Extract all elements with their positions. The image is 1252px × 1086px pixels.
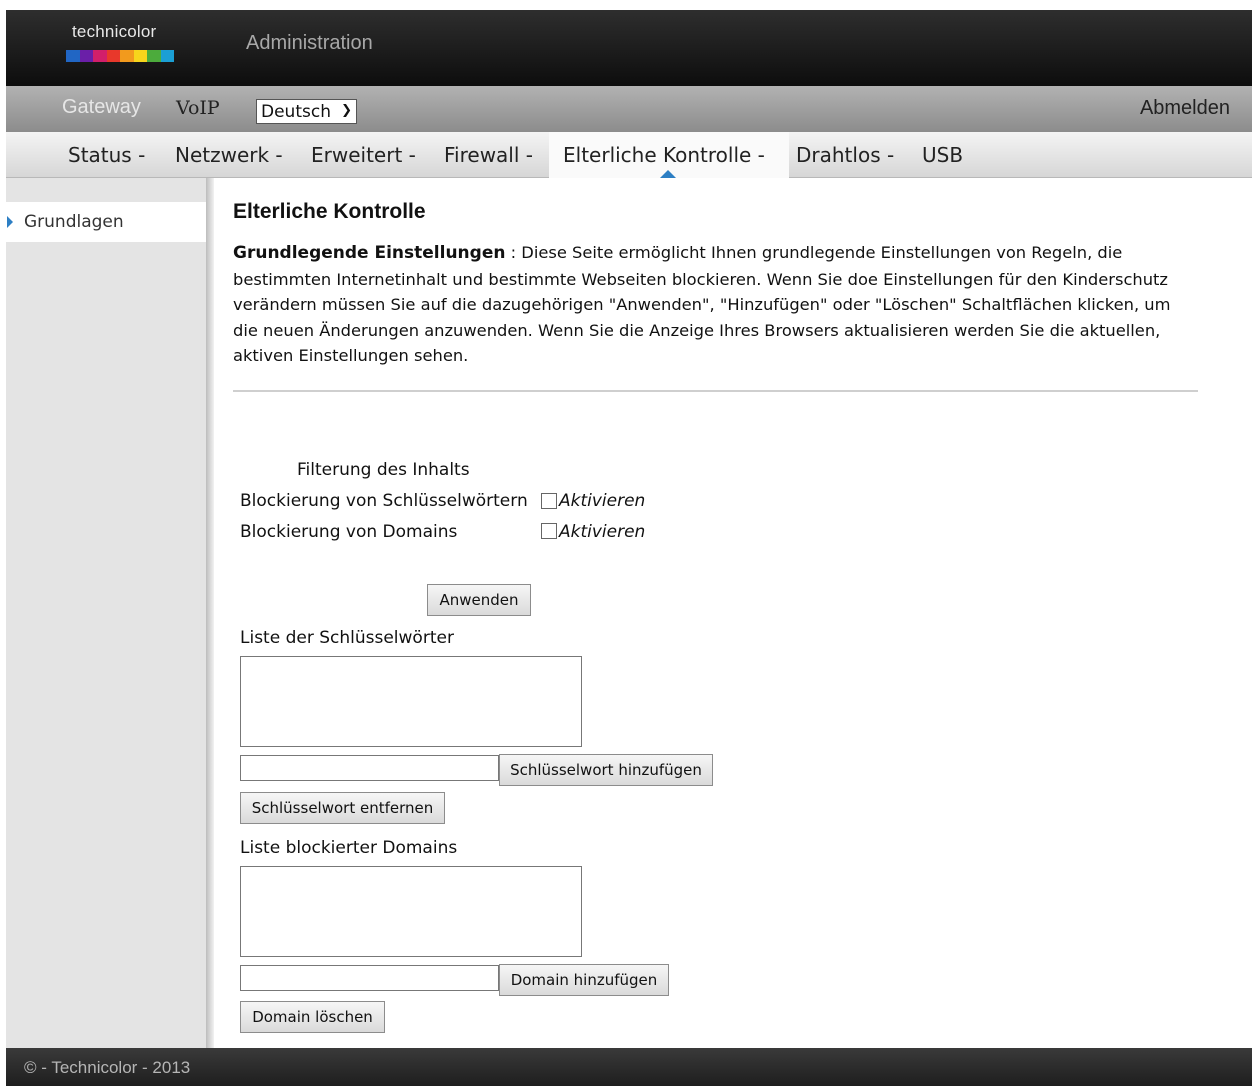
menu-voip[interactable]: VoIP [176, 97, 220, 119]
brand-color-bar [66, 50, 174, 62]
brand-wordmark: technicolor [72, 22, 157, 41]
logo-color-segment [120, 50, 134, 62]
router-admin-window: technicolor Administration Gateway VoIP … [6, 10, 1252, 1086]
logo-color-segment [79, 50, 93, 62]
nav-usb[interactable]: USB [922, 143, 963, 167]
nav-drahtlos[interactable]: Drahtlos - [796, 143, 894, 167]
language-select[interactable]: Deutsch ❯ [256, 99, 357, 124]
keyword-blocking-checkbox[interactable] [541, 493, 557, 509]
apply-button[interactable]: Anwenden [427, 584, 531, 616]
language-select-value: Deutsch [261, 102, 331, 122]
keyword-blocking-enable-label: Aktivieren [559, 491, 646, 511]
logo-color-segment [147, 50, 161, 62]
filter-heading: Filterung des Inhalts [297, 460, 470, 480]
logo-color-segment [133, 50, 147, 62]
domain-list-label: Liste blockierter Domains [240, 838, 458, 858]
footer-bar: © - Technicolor - 2013 [6, 1048, 1252, 1086]
nav-netzwerk[interactable]: Netzwerk - [175, 143, 283, 167]
menu-gateway[interactable]: Gateway [62, 96, 141, 119]
nav-firewall[interactable]: Firewall - [444, 143, 533, 167]
keyword-list-label: Liste der Schlüsselwörter [240, 628, 454, 648]
arrow-right-icon [7, 216, 13, 228]
logout-link[interactable]: Abmelden [1140, 97, 1230, 120]
footer-copyright: © - Technicolor - 2013 [24, 1058, 191, 1077]
logo-color-segment [106, 50, 120, 62]
sidebar-shadow [206, 178, 214, 1048]
domain-blocking-label: Blockierung von Domains [240, 522, 458, 542]
chevron-down-icon: ❯ [341, 103, 352, 118]
logo-color-segment [66, 50, 80, 62]
add-domain-button[interactable]: Domain hinzufügen [499, 964, 669, 996]
delete-domain-button[interactable]: Domain löschen [240, 1001, 385, 1033]
domain-blocking-checkbox[interactable] [541, 523, 557, 539]
nav-elterliche-kontrolle[interactable]: Elterliche Kontrolle - [563, 143, 765, 167]
sidebar: Grundlagen [6, 178, 206, 1048]
divider [233, 390, 1198, 392]
intro-paragraph: Grundlegende Einstellungen : Diese Seite… [233, 240, 1183, 369]
keyword-input[interactable] [240, 755, 499, 781]
keyword-list[interactable] [240, 656, 582, 747]
active-tab-caret-icon [660, 170, 676, 178]
logo-color-segment [160, 50, 174, 62]
technicolor-logo[interactable]: technicolor [66, 22, 176, 68]
nav-erweitert[interactable]: Erweitert - [311, 143, 416, 167]
add-keyword-button[interactable]: Schlüsselwort hinzufügen [499, 754, 713, 786]
keyword-blocking-label: Blockierung von Schlüsselwörtern [240, 491, 528, 511]
main-menu-bar: Gateway VoIP Deutsch ❯ Abmelden [6, 86, 1252, 132]
sidebar-item-grundlagen[interactable]: Grundlagen [6, 202, 206, 242]
logo-color-segment [93, 50, 107, 62]
sidebar-item-label: Grundlagen [24, 212, 124, 232]
section-nav: Status - Netzwerk - Erweitert - Firewall… [6, 132, 1252, 178]
header-bar: technicolor Administration [6, 10, 1252, 86]
nav-status[interactable]: Status - [68, 143, 145, 167]
intro-heading: Grundlegende Einstellungen [233, 243, 506, 263]
domain-list[interactable] [240, 866, 582, 957]
domain-blocking-enable-label: Aktivieren [559, 522, 646, 542]
domain-input[interactable] [240, 965, 499, 991]
remove-keyword-button[interactable]: Schlüsselwort entfernen [240, 792, 445, 824]
page-title: Elterliche Kontrolle [233, 200, 426, 223]
page-header-title: Administration [246, 32, 373, 54]
